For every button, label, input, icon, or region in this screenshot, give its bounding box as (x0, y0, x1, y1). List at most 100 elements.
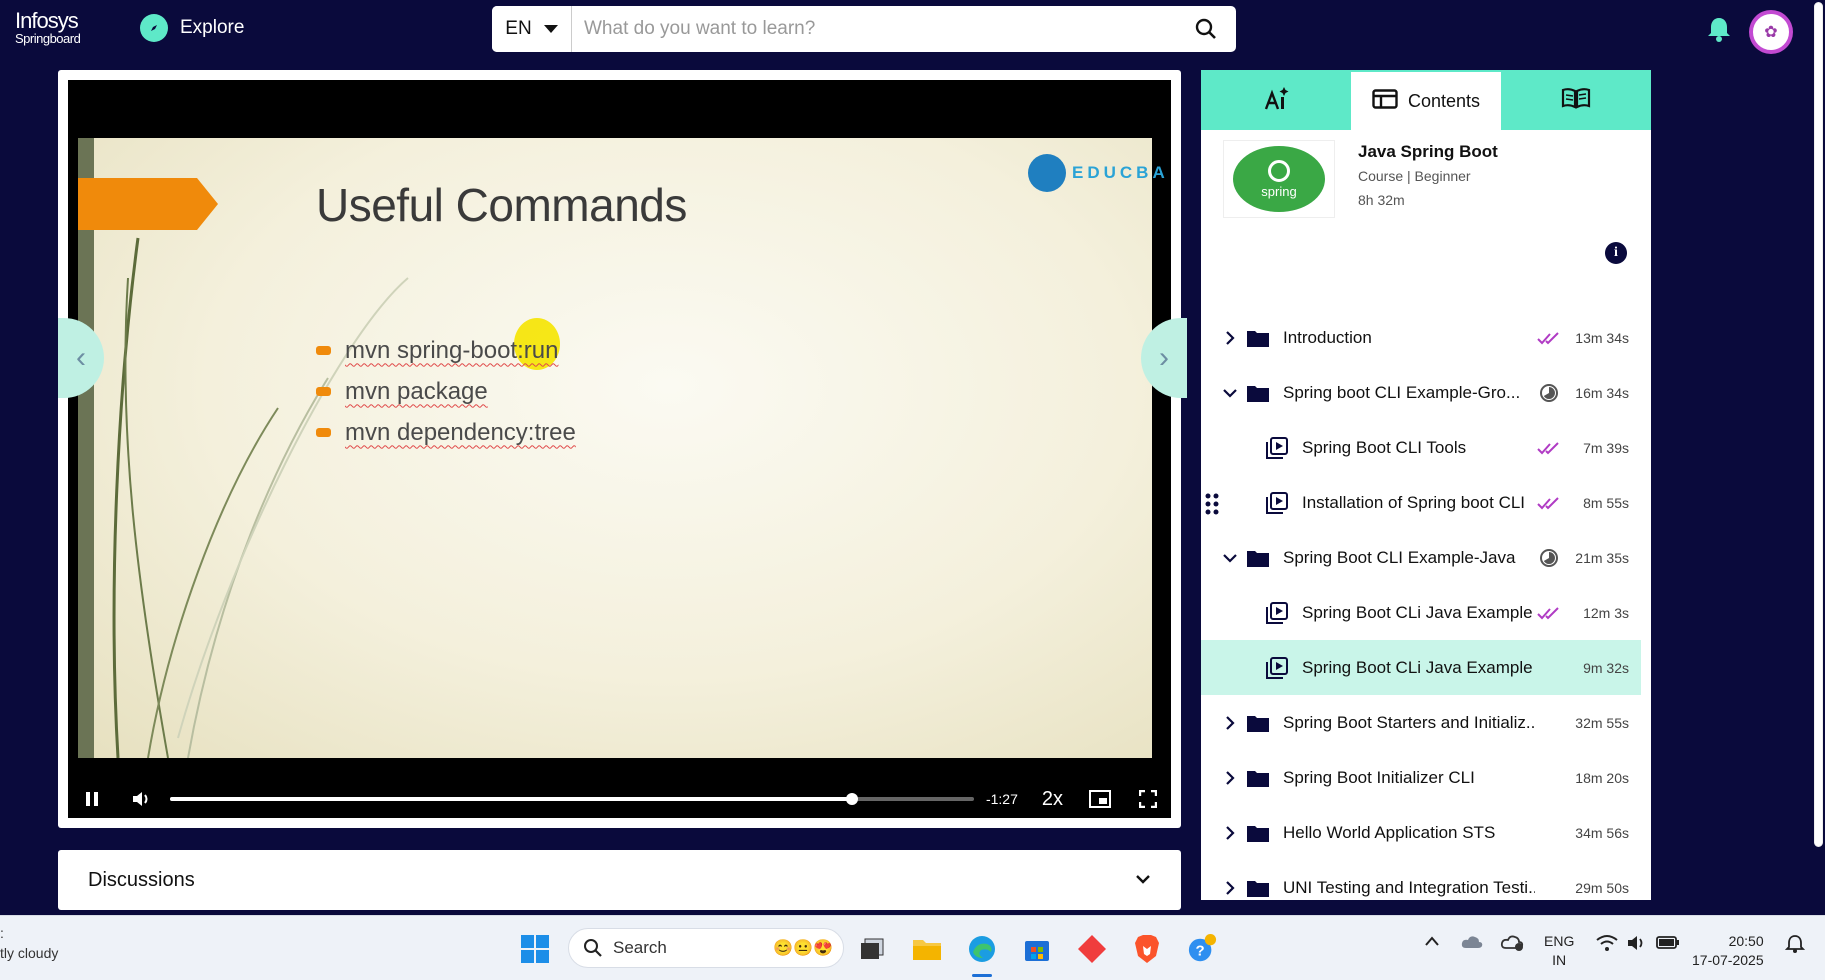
row-duration: 32m 55s (1575, 714, 1629, 731)
tab-contents[interactable]: Contents (1351, 70, 1501, 130)
taskbar-search[interactable]: Search 😊😐😍 (568, 928, 844, 968)
app-diamond-icon[interactable] (1077, 934, 1107, 964)
caret-down-icon (543, 25, 558, 33)
search-input[interactable] (572, 6, 1176, 52)
volume-icon[interactable] (116, 780, 166, 818)
chevron-down-icon[interactable] (1215, 388, 1245, 398)
language-select[interactable]: EN (492, 6, 572, 52)
video-progress-bar[interactable] (170, 780, 974, 818)
help-icon[interactable]: ? (1187, 934, 1217, 964)
slide-bullets: mvn spring-boot:run mvn package mvn depe… (316, 330, 576, 453)
emoji-decoration-icon: 😊😐😍 (773, 940, 833, 957)
explore-button[interactable]: Explore (140, 14, 244, 42)
file-explorer-icon[interactable] (912, 934, 942, 964)
row-label: Spring boot CLI Example-Gro... (1283, 382, 1521, 402)
lesson-row[interactable]: Spring Boot CLI Tools 7m 39s (1201, 420, 1641, 475)
search-bar: EN (492, 6, 1236, 52)
playback-speed-button[interactable]: 2x (1042, 788, 1063, 811)
avatar[interactable]: ✿ (1749, 10, 1793, 54)
folder-icon (1245, 823, 1271, 843)
lesson-row[interactable]: Spring Boot CLi Java Example C... 9m 32s (1201, 640, 1641, 695)
course-thumbnail: spring (1223, 140, 1335, 218)
chevron-right-icon[interactable] (1215, 715, 1245, 731)
bell-icon[interactable] (1706, 15, 1732, 48)
chevron-right-icon[interactable] (1215, 330, 1245, 346)
row-duration: 21m 35s (1575, 549, 1629, 566)
chevron-right-icon[interactable] (1215, 880, 1245, 896)
row-duration: 9m 32s (1583, 659, 1629, 676)
input-language-indicator[interactable]: ENG IN (1544, 932, 1574, 970)
module-row[interactable]: Spring Boot Starters and Initializ... 32m… (1201, 695, 1641, 750)
battery-icon[interactable] (1656, 934, 1680, 953)
infosys-springboard-logo[interactable]: Infosys Springboard (15, 10, 81, 46)
in-progress-icon (1535, 383, 1563, 403)
windows-start-icon[interactable] (520, 934, 550, 964)
edge-browser-icon[interactable] (967, 934, 997, 964)
chevron-down-icon[interactable] (1215, 553, 1245, 563)
picture-in-picture-icon[interactable] (1087, 780, 1113, 818)
svg-text:?: ? (1195, 943, 1204, 960)
module-row[interactable]: Spring boot CLI Example-Gro... 16m 34s (1201, 365, 1641, 420)
tab-ai-assistant[interactable] (1201, 70, 1351, 130)
module-row[interactable]: Spring Boot Initializer CLI 18m 20s (1201, 750, 1641, 805)
folder-icon (1245, 713, 1271, 733)
panel-tabs: Contents (1201, 70, 1651, 130)
row-label: Introduction (1283, 327, 1372, 347)
onedrive-cloud-icon[interactable] (1460, 934, 1484, 953)
chevron-up-icon[interactable] (1424, 934, 1440, 950)
video-lesson-icon (1264, 656, 1290, 679)
module-row[interactable]: Hello World Application STS 34m 56s (1201, 805, 1641, 860)
tab-notes[interactable] (1501, 70, 1651, 130)
spring-logo-icon: spring (1233, 146, 1325, 212)
module-row[interactable]: Spring Boot CLI Example-Java 21m 35s (1201, 530, 1641, 585)
chevron-right-icon[interactable] (1215, 770, 1245, 786)
drag-handle-icon[interactable] (1205, 493, 1219, 520)
content-list: Introduction 13m 34s Spring boot CLI Examp… (1201, 310, 1641, 915)
lesson-row[interactable]: Spring Boot CLi Java Example 12m 3s (1201, 585, 1641, 640)
discussions-title: Discussions (88, 868, 195, 891)
pause-button[interactable] (80, 780, 104, 818)
slide-bullet: mvn package (316, 371, 576, 412)
explore-label: Explore (180, 17, 245, 38)
speaker-icon[interactable] (1626, 934, 1646, 955)
task-view-icon[interactable] (857, 934, 887, 964)
notification-center-icon[interactable] (1784, 934, 1806, 957)
row-label: Spring Boot CLi Java Example C... (1302, 657, 1535, 677)
course-contents-panel: Contents spring Java Spring Boot Course … (1201, 70, 1651, 900)
video-lesson-icon (1264, 601, 1290, 624)
progress-knob[interactable] (845, 793, 858, 805)
row-duration: 13m 34s (1575, 329, 1629, 346)
video-player[interactable]: Useful Commands mvn spring-boot:run mvn … (68, 80, 1171, 818)
row-duration: 29m 50s (1575, 879, 1629, 896)
avatar-image-icon: ✿ (1753, 14, 1789, 50)
progress-fill (170, 797, 852, 801)
educba-watermark: EDUCBA (1028, 154, 1169, 192)
folder-icon (1245, 878, 1271, 898)
scrollbar-thumb[interactable] (1814, 2, 1823, 847)
folder-icon (1245, 548, 1271, 568)
vpn-cloud-icon[interactable] (1500, 934, 1526, 955)
row-duration: 12m 3s (1583, 604, 1629, 621)
wifi-icon[interactable] (1596, 934, 1618, 955)
search-icon[interactable] (1176, 17, 1236, 41)
fullscreen-icon[interactable] (1137, 780, 1159, 818)
course-meta: Course | Beginner (1358, 168, 1471, 184)
folder-icon (1245, 383, 1271, 403)
module-row[interactable]: UNI Testing and Integration Testi... 29m … (1201, 860, 1641, 915)
notes-book-icon (1561, 87, 1591, 114)
row-label: Hello World Application STS (1283, 822, 1496, 842)
microsoft-store-icon[interactable] (1022, 934, 1052, 964)
course-title: Java Spring Boot (1358, 142, 1498, 161)
taskbar-search-label: Search (613, 938, 667, 957)
row-label: Spring Boot CLI Tools (1302, 437, 1467, 457)
module-row[interactable]: Introduction 13m 34s (1201, 310, 1641, 365)
page-scrollbar[interactable] (1812, 0, 1825, 915)
row-label: Spring Boot Starters and Initializ... (1283, 712, 1535, 732)
brave-browser-icon[interactable] (1132, 934, 1162, 964)
chevron-right-icon[interactable] (1215, 825, 1245, 841)
info-icon[interactable]: i (1605, 242, 1627, 264)
lesson-row[interactable]: Installation of Spring boot CLI 8m 55s (1201, 475, 1641, 530)
discussions-accordion[interactable]: Discussions (58, 850, 1181, 910)
weather-widget[interactable]: : tly cloudy (0, 924, 58, 963)
system-clock[interactable]: 20:50 17-07-2025 (1692, 932, 1764, 970)
